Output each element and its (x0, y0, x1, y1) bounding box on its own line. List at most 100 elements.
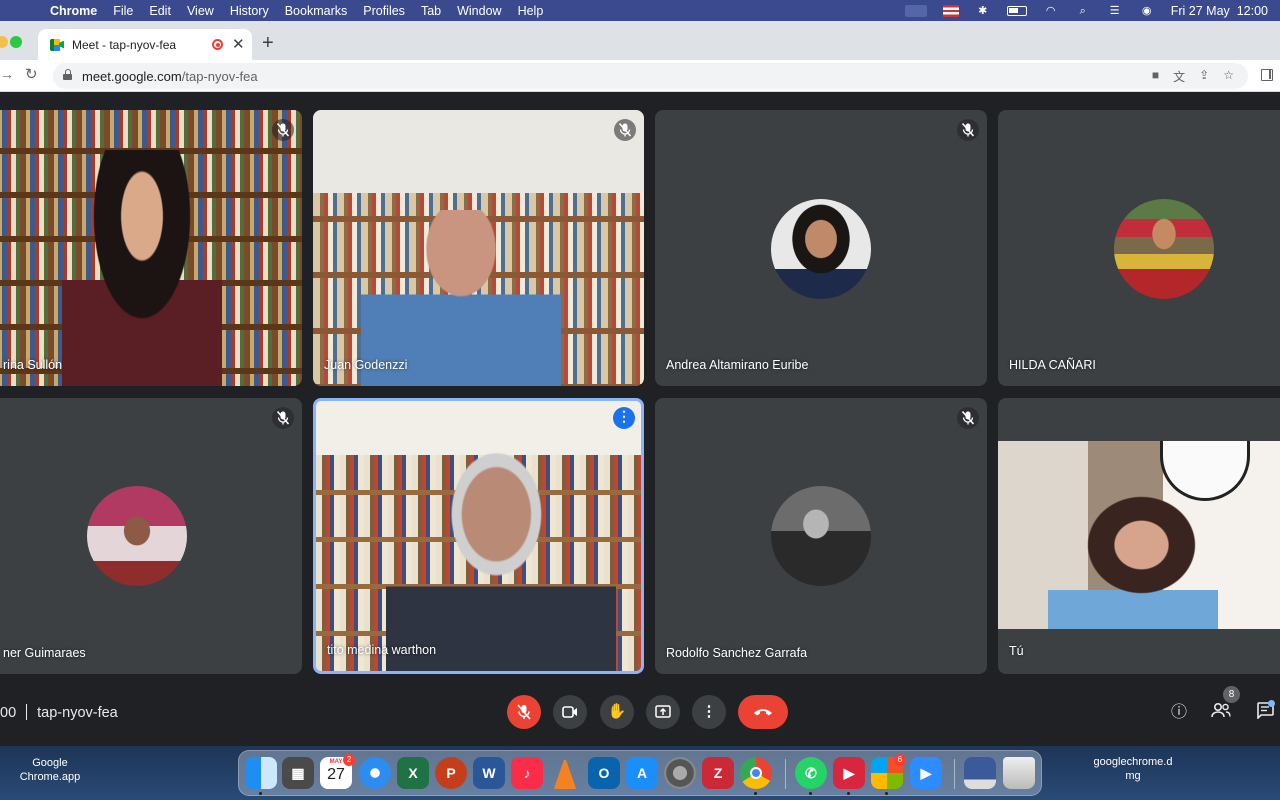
present-screen-button[interactable] (646, 695, 680, 729)
participant-avatar (87, 486, 187, 586)
wifi-icon[interactable]: ◠ (1043, 5, 1059, 17)
screen-icon[interactable] (964, 757, 996, 789)
people-icon[interactable] (1210, 702, 1232, 724)
apps-badge: 6 (894, 754, 906, 766)
camera-button[interactable] (553, 695, 587, 729)
desktop-item-google-chrome-app[interactable]: Google Chrome.app (15, 756, 85, 784)
google-meet-favicon-icon (50, 38, 64, 51)
minimize-window-button[interactable] (0, 36, 8, 48)
zotero-icon[interactable]: Z (702, 757, 734, 789)
participant-name: ner Guimaraes (3, 646, 86, 660)
meet-stage: rina Sullón Juan Godenzzi Andrea Altamir… (0, 92, 1280, 746)
vlc-icon[interactable] (553, 757, 577, 789)
zoom-icon[interactable]: ▶ (910, 757, 942, 789)
reload-icon[interactable]: ↻ (25, 65, 38, 83)
participant-tile-1[interactable]: rina Sullón (0, 110, 302, 386)
finder-icon[interactable] (245, 757, 277, 795)
menu-bar-clock[interactable]: Fri 27 May 12:00 (1171, 4, 1268, 18)
menu-help[interactable]: Help (518, 4, 544, 18)
trash-icon[interactable] (1003, 757, 1035, 789)
participant-tile-3[interactable]: Andrea Altamirano Euribe (655, 110, 987, 386)
participant-video (62, 150, 222, 386)
menu-bookmarks[interactable]: Bookmarks (285, 4, 348, 18)
participant-tile-4[interactable]: HILDA CAÑARI (998, 110, 1280, 386)
address-bar[interactable]: meet.google.com/tap-nyov-fea ■ 文 ⇪ ☆ (53, 63, 1248, 89)
macos-menu-bar: Chrome File Edit View History Bookmarks … (0, 0, 1280, 21)
bookmark-star-icon[interactable]: ☆ (1223, 68, 1234, 85)
menu-window[interactable]: Window (457, 4, 501, 18)
participant-name: rina Sullón (3, 358, 63, 372)
participant-avatar (771, 199, 871, 299)
participant-tile-7[interactable]: Rodolfo Sanchez Garrafa (655, 398, 987, 674)
calendar-icon[interactable]: MAY 27 2 (320, 754, 355, 789)
participant-tile-2[interactable]: Juan Godenzzi (313, 110, 644, 386)
share-icon[interactable]: ⇪ (1199, 68, 1209, 85)
chrome-icon[interactable] (740, 757, 772, 795)
browser-toolbar: → ↻ meet.google.com/tap-nyov-fea ■ 文 ⇪ ☆ (0, 60, 1280, 92)
lock-icon[interactable] (63, 69, 72, 80)
microsoft-apps-icon[interactable]: 6 (871, 754, 906, 795)
translate-icon[interactable]: 文 (1173, 68, 1185, 85)
calendar-badge: 2 (343, 754, 355, 766)
menu-app-name[interactable]: Chrome (50, 4, 97, 18)
participant-figure (1048, 489, 1218, 629)
app-store-icon[interactable]: A (626, 757, 658, 789)
leave-call-button[interactable] (738, 695, 788, 729)
participant-name: tito medina warthon (327, 643, 437, 657)
control-center-icon[interactable]: ☰ (1107, 5, 1123, 17)
word-icon[interactable]: W (473, 757, 505, 789)
mic-off-icon (272, 119, 294, 141)
participant-tile-6-speaking[interactable]: ⋮ tito medina warthon (313, 398, 644, 674)
tab-title: Meet - tap-nyov-fea (72, 37, 177, 52)
outlook-icon[interactable]: O (588, 757, 620, 789)
dock-separator (785, 759, 786, 789)
recording-indicator-icon (212, 39, 223, 50)
siri-icon[interactable]: ◉ (1139, 5, 1155, 17)
spotlight-search-icon[interactable]: ⌕ (1075, 5, 1091, 17)
macos-dock: ▦ MAY 27 2 X P W ♪ O A Z ✆ ▶ 6 ▶ (238, 750, 1042, 796)
system-preferences-icon[interactable] (664, 757, 696, 789)
calculator-icon[interactable]: ▦ (282, 757, 314, 789)
menu-file[interactable]: File (113, 4, 133, 18)
browser-tab-meet[interactable]: Meet - tap-nyov-fea ✕ (38, 29, 252, 60)
forward-icon[interactable]: → (0, 66, 14, 82)
participant-tile-self[interactable]: Tú (998, 398, 1280, 674)
mic-off-icon (614, 119, 636, 141)
new-tab-button[interactable]: + (262, 32, 274, 55)
more-options-button[interactable]: ⋮ (692, 695, 726, 729)
menu-edit[interactable]: Edit (149, 4, 171, 18)
pdf-app-icon[interactable]: ▶ (833, 757, 865, 795)
camera-in-use-icon[interactable]: ■ (1152, 68, 1159, 85)
participant-avatar (1114, 199, 1214, 299)
music-icon[interactable]: ♪ (511, 757, 543, 789)
menu-tab[interactable]: Tab (421, 4, 441, 18)
close-tab-icon[interactable]: ✕ (232, 35, 245, 53)
more-options-button[interactable]: ⋮ (613, 407, 635, 429)
battery-icon[interactable] (1006, 5, 1027, 16)
whatsapp-icon[interactable]: ✆ (795, 757, 827, 795)
menu-profiles[interactable]: Profiles (363, 4, 405, 18)
raise-hand-button[interactable]: ✋ (600, 695, 634, 729)
bluetooth-icon[interactable]: ✱ (975, 5, 991, 17)
chat-notification-dot (1268, 700, 1275, 707)
menu-history[interactable]: History (230, 4, 269, 18)
mic-off-icon (272, 407, 294, 429)
menu-view[interactable]: View (187, 4, 214, 18)
safari-icon[interactable] (359, 757, 391, 789)
meeting-code: tap-nyov-fea (37, 705, 118, 721)
self-video (998, 441, 1280, 629)
participant-name: Rodolfo Sanchez Garrafa (666, 646, 808, 660)
participant-tile-5[interactable]: ner Guimaraes (0, 398, 302, 674)
screen-share-status-icon[interactable] (904, 4, 927, 17)
side-panel-icon[interactable] (1261, 69, 1273, 81)
desktop-item-googlechrome-dmg[interactable]: googlechrome.d mg (1085, 755, 1181, 783)
powerpoint-icon[interactable]: P (435, 757, 467, 789)
participant-name: Juan Godenzzi (324, 358, 408, 372)
microphone-off-button[interactable] (507, 695, 541, 729)
browser-tab-strip: Meet - tap-nyov-fea ✕ + (0, 21, 1280, 60)
zoom-window-button[interactable] (10, 36, 22, 48)
excel-icon[interactable]: X (397, 757, 429, 789)
input-source-flag-icon[interactable] (942, 4, 959, 17)
calendar-day: 27 (327, 766, 345, 783)
meeting-details-icon[interactable]: ⓘ (1168, 702, 1190, 724)
